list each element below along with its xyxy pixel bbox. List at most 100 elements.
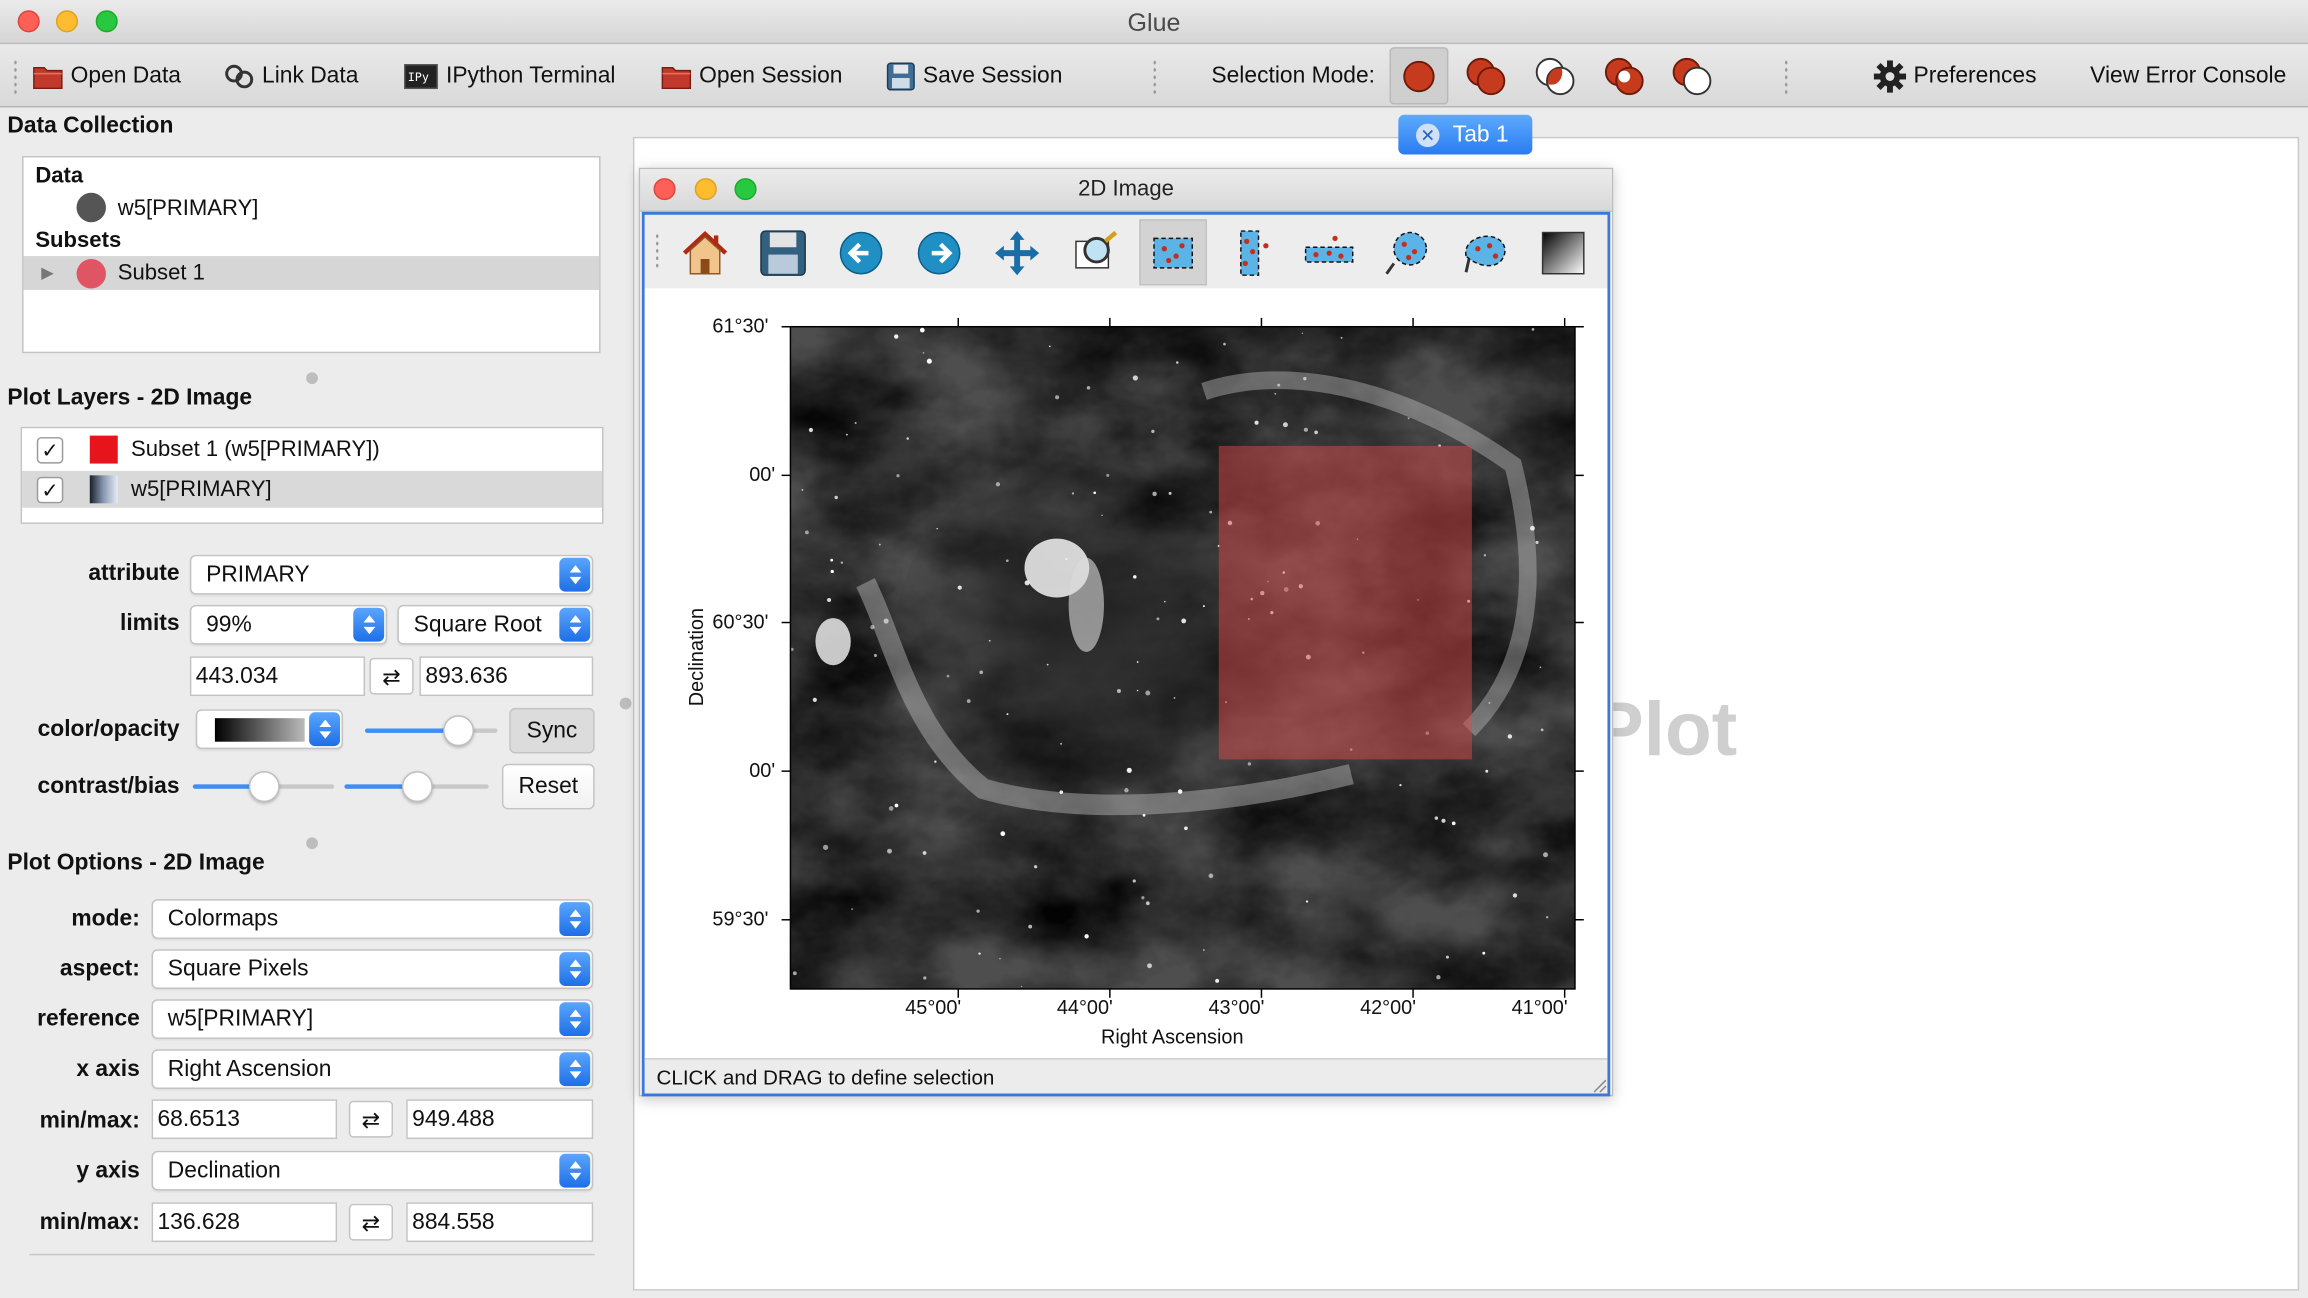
view-error-console-button[interactable]: View Error Console (2090, 60, 2286, 92)
mode-select[interactable]: Colormaps (151, 899, 594, 939)
star (1441, 818, 1446, 823)
open-session-button[interactable]: Open Session (661, 60, 843, 92)
y-axis-label: y axis (76, 1158, 140, 1184)
layer-checkbox[interactable]: ✓ (36, 436, 64, 463)
selection-mode-xor-button[interactable] (1596, 47, 1655, 104)
arrow-right-icon (917, 231, 961, 274)
ipython-terminal-button[interactable]: IPy IPython Terminal (403, 60, 616, 92)
data-item[interactable]: w5[PRIMARY] (24, 191, 600, 223)
open-data-button[interactable]: Open Data (32, 60, 181, 92)
y-min-field[interactable]: 136.628 (151, 1202, 338, 1243)
selection-mode-remove-button[interactable] (1663, 47, 1722, 104)
y-tick-label: 00' (749, 759, 776, 782)
y-range-select-button[interactable] (1295, 219, 1363, 285)
colormap-preview (214, 718, 305, 742)
x-axis-select[interactable]: Right Ascension (151, 1049, 594, 1090)
save-figure-button[interactable] (749, 219, 817, 285)
layer-colormap-swatch[interactable] (89, 475, 118, 504)
polygon-select-button[interactable] (1451, 219, 1519, 285)
reset-button[interactable]: Reset (501, 763, 595, 810)
star (1485, 769, 1489, 773)
x-range-select-button[interactable] (1217, 219, 1285, 285)
link-data-button[interactable]: Link Data (224, 60, 358, 92)
star (1126, 767, 1132, 773)
tab-1[interactable]: ✕ Tab 1 (1398, 114, 1533, 155)
selection-mode-intersection-button[interactable] (1526, 47, 1585, 104)
contrast-slider[interactable] (192, 771, 335, 803)
layer-row[interactable]: ✓ Subset 1 (w5[PRIMARY]) (22, 431, 602, 468)
toolbar-grip[interactable] (1783, 58, 1789, 95)
sync-button[interactable]: Sync (509, 707, 595, 754)
layer-color-swatch[interactable] (89, 435, 118, 464)
x-min-field[interactable]: 68.6513 (151, 1099, 338, 1140)
layer-checkbox[interactable]: ✓ (36, 476, 64, 503)
slider-knob[interactable] (248, 771, 279, 803)
resize-grip-icon[interactable] (1590, 1076, 1608, 1094)
splitter-handle[interactable] (306, 837, 318, 850)
slider-knob[interactable] (401, 771, 433, 803)
splitter-handle[interactable] (306, 372, 318, 385)
swap-x-button[interactable]: ⇄ (348, 1100, 394, 1138)
colormap-button[interactable] (1529, 219, 1597, 285)
attribute-select[interactable]: PRIMARY (189, 554, 594, 595)
subset-1-overlay[interactable] (1218, 445, 1472, 760)
star (830, 558, 834, 562)
star (1434, 816, 1439, 820)
plot-layers-list[interactable]: ✓ Subset 1 (w5[PRIMARY]) ✓ w5[PRIMARY] (20, 426, 604, 524)
colormap-select[interactable] (195, 709, 343, 750)
y-axis-title: Declination (685, 607, 708, 707)
swap-y-button[interactable]: ⇄ (348, 1203, 394, 1241)
bias-slider[interactable] (344, 771, 489, 803)
plot-canvas[interactable]: 45°00' 44°00' 43°00' 42°00' 41°00' 61°30… (644, 288, 1608, 1062)
subset-color-swatch[interactable] (76, 258, 106, 288)
star (999, 958, 1001, 960)
layer-row[interactable]: ✓ w5[PRIMARY] (22, 470, 603, 508)
rectangle-select-button[interactable] (1139, 219, 1207, 286)
pan-button[interactable] (983, 219, 1051, 285)
aspect-select[interactable]: Square Pixels (151, 949, 594, 989)
vmin-field[interactable]: 443.034 (189, 656, 366, 697)
stretch-value: Square Root (413, 611, 542, 637)
image-viewer-window[interactable]: 2D Image 45°00' 44°00' 43°00' 42°00' 41°… (638, 167, 1614, 1097)
swap-limits-button[interactable]: ⇄ (369, 657, 414, 695)
mode-label: mode: (71, 906, 140, 932)
circle-select-button[interactable] (1373, 219, 1441, 285)
opacity-slider[interactable] (365, 715, 498, 747)
sky-image-plot[interactable] (645, 288, 1608, 1061)
toolbar-grip[interactable] (13, 58, 18, 95)
home-icon (682, 230, 728, 274)
xor-mode-icon (1604, 57, 1644, 95)
selection-mode-replace-button[interactable] (1389, 47, 1449, 105)
subset-item[interactable]: ▶ Subset 1 (23, 256, 600, 290)
preferences-label: Preferences (1913, 63, 2037, 89)
splitter-handle[interactable] (619, 697, 632, 710)
forward-button[interactable] (905, 219, 973, 285)
star (822, 844, 829, 850)
data-collection-tree[interactable]: Data w5[PRIMARY] Subsets ▶ Subset 1 (22, 155, 601, 354)
star (1086, 386, 1091, 390)
vmax-field[interactable]: 893.636 (419, 656, 594, 697)
back-button[interactable] (827, 219, 895, 285)
selection-mode-union-button[interactable] (1457, 47, 1516, 104)
zoom-rect-button[interactable] (1061, 219, 1129, 285)
x-max-field[interactable]: 949.488 (406, 1099, 594, 1140)
subsets-header: Subsets (35, 227, 122, 253)
data-color-swatch[interactable] (76, 192, 106, 223)
y-max-field[interactable]: 884.558 (406, 1202, 594, 1243)
limits-percentile-select[interactable]: 99% (189, 604, 388, 645)
home-button[interactable] (671, 219, 739, 285)
star (1223, 342, 1226, 346)
toolbar-grip[interactable] (1152, 58, 1157, 95)
layer-label: Subset 1 (w5[PRIMARY]) (131, 437, 380, 463)
star (1132, 375, 1138, 381)
reference-select[interactable]: w5[PRIMARY] (151, 999, 594, 1039)
y-axis-select[interactable]: Declination (151, 1150, 594, 1191)
stretch-select[interactable]: Square Root (397, 604, 594, 645)
slider-knob[interactable] (443, 715, 475, 747)
close-tab-icon[interactable]: ✕ (1416, 122, 1440, 147)
expand-triangle-icon[interactable]: ▶ (41, 263, 76, 283)
preferences-button[interactable]: Preferences (1873, 60, 2037, 93)
toolbar-grip[interactable] (655, 232, 660, 268)
save-session-button[interactable]: Save Session (886, 60, 1062, 92)
star (1512, 893, 1518, 898)
